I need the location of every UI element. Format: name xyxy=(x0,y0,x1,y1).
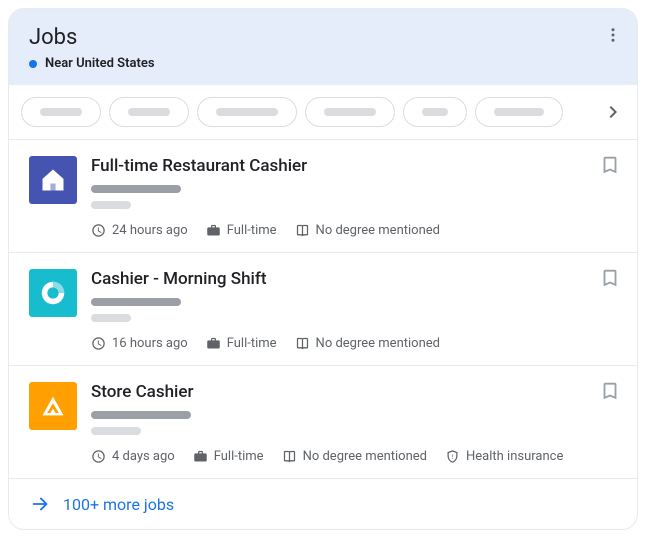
company-logo xyxy=(29,156,77,204)
meta-item: 16 hours ago xyxy=(91,336,188,351)
bookmark-button[interactable] xyxy=(599,380,621,406)
filter-chip[interactable] xyxy=(109,97,189,127)
job-title: Full-time Restaurant Cashier xyxy=(91,156,617,176)
company-placeholder xyxy=(91,185,181,193)
placeholder-bar xyxy=(40,108,82,116)
job-listing[interactable]: Full-time Restaurant Cashier 24 hours ago… xyxy=(9,140,637,253)
jobs-card: Jobs Near United States Full-time Restau… xyxy=(8,8,638,530)
placeholder-bar xyxy=(422,108,448,116)
job-body: Full-time Restaurant Cashier 24 hours ago… xyxy=(91,156,617,238)
meta-text: 24 hours ago xyxy=(112,223,188,238)
book-icon xyxy=(282,449,297,464)
meta-text: No degree mentioned xyxy=(316,223,440,238)
meta-item: No degree mentioned xyxy=(282,449,427,464)
briefcase-icon xyxy=(206,223,221,238)
location-row[interactable]: Near United States xyxy=(29,56,617,71)
job-meta-row: 16 hours ago Full-time No degree mentioned xyxy=(91,336,617,351)
filter-chip[interactable] xyxy=(403,97,467,127)
job-meta-row: 24 hours ago Full-time No degree mentioned xyxy=(91,223,617,238)
meta-text: Full-time xyxy=(227,336,277,351)
meta-item: 4 days ago xyxy=(91,449,175,464)
more-jobs-link[interactable]: 100+ more jobs xyxy=(9,478,637,529)
location-text: Near United States xyxy=(45,56,155,71)
location-placeholder xyxy=(91,314,131,322)
meta-text: 4 days ago xyxy=(112,449,175,464)
job-listing[interactable]: Cashier - Morning Shift 16 hours ago Full-… xyxy=(9,253,637,366)
filter-chip[interactable] xyxy=(197,97,297,127)
meta-text: 16 hours ago xyxy=(112,336,188,351)
meta-text: No degree mentioned xyxy=(303,449,427,464)
filter-chip[interactable] xyxy=(21,97,101,127)
job-body: Store Cashier 4 days ago Full-time No degre… xyxy=(91,382,617,464)
company-placeholder xyxy=(91,298,181,306)
meta-item: Full-time xyxy=(206,336,277,351)
meta-text: Full-time xyxy=(214,449,264,464)
header: Jobs Near United States xyxy=(9,9,637,85)
filter-chip[interactable] xyxy=(475,97,563,127)
location-placeholder xyxy=(91,427,141,435)
meta-item: No degree mentioned xyxy=(295,223,440,238)
meta-text: No degree mentioned xyxy=(316,336,440,351)
company-placeholder xyxy=(91,411,191,419)
bookmark-button[interactable] xyxy=(599,267,621,293)
meta-item: Health insurance xyxy=(445,449,563,464)
book-icon xyxy=(295,336,310,351)
briefcase-icon xyxy=(193,449,208,464)
meta-item: 24 hours ago xyxy=(91,223,188,238)
more-jobs-text: 100+ more jobs xyxy=(63,495,174,514)
clock-icon xyxy=(91,223,106,238)
job-body: Cashier - Morning Shift 16 hours ago Full-… xyxy=(91,269,617,351)
meta-text: Health insurance xyxy=(466,449,563,464)
arrow-right-icon xyxy=(29,493,51,515)
location-placeholder xyxy=(91,201,131,209)
placeholder-bar xyxy=(216,108,278,116)
filter-chips-row xyxy=(9,85,637,140)
bookmark-button[interactable] xyxy=(599,154,621,180)
job-listing[interactable]: Store Cashier 4 days ago Full-time No degre… xyxy=(9,366,637,478)
chevron-right-icon xyxy=(601,100,625,124)
placeholder-bar xyxy=(324,108,376,116)
page-title: Jobs xyxy=(29,25,617,50)
jobs-list: Full-time Restaurant Cashier 24 hours ago… xyxy=(9,140,637,478)
bookmark-icon xyxy=(599,154,621,176)
placeholder-bar xyxy=(128,108,170,116)
job-title: Cashier - Morning Shift xyxy=(91,269,617,289)
more-menu-button[interactable] xyxy=(601,23,625,47)
filters-next-button[interactable] xyxy=(595,92,631,132)
clock-icon xyxy=(91,336,106,351)
meta-item: Full-time xyxy=(193,449,264,464)
meta-item: No degree mentioned xyxy=(295,336,440,351)
job-title: Store Cashier xyxy=(91,382,617,402)
book-icon xyxy=(295,223,310,238)
company-logo xyxy=(29,269,77,317)
location-dot-icon xyxy=(29,60,37,68)
clock-icon xyxy=(91,449,106,464)
filter-chip[interactable] xyxy=(305,97,395,127)
three-dots-vertical-icon xyxy=(604,26,622,44)
bookmark-icon xyxy=(599,267,621,289)
meta-item: Full-time xyxy=(206,223,277,238)
briefcase-icon xyxy=(206,336,221,351)
job-meta-row: 4 days ago Full-time No degree mentioned He… xyxy=(91,449,617,464)
meta-text: Full-time xyxy=(227,223,277,238)
company-logo xyxy=(29,382,77,430)
shield-icon xyxy=(445,449,460,464)
placeholder-bar xyxy=(494,108,544,116)
bookmark-icon xyxy=(599,380,621,402)
